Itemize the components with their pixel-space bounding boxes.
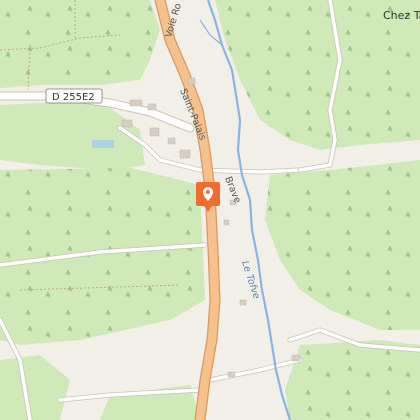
pond (92, 140, 114, 148)
place-label-chez-ta: Chez Ta (383, 9, 420, 22)
map-view[interactable]: Chez Ta Voie Ro D 255E2 Saint-Palais Bra… (0, 0, 420, 420)
road-shield-label: D 255E2 (52, 92, 95, 103)
road-shield-d255e2: D 255E2 (45, 88, 103, 104)
map-canvas: Chez Ta Voie Ro D 255E2 Saint-Palais Bra… (0, 0, 420, 420)
